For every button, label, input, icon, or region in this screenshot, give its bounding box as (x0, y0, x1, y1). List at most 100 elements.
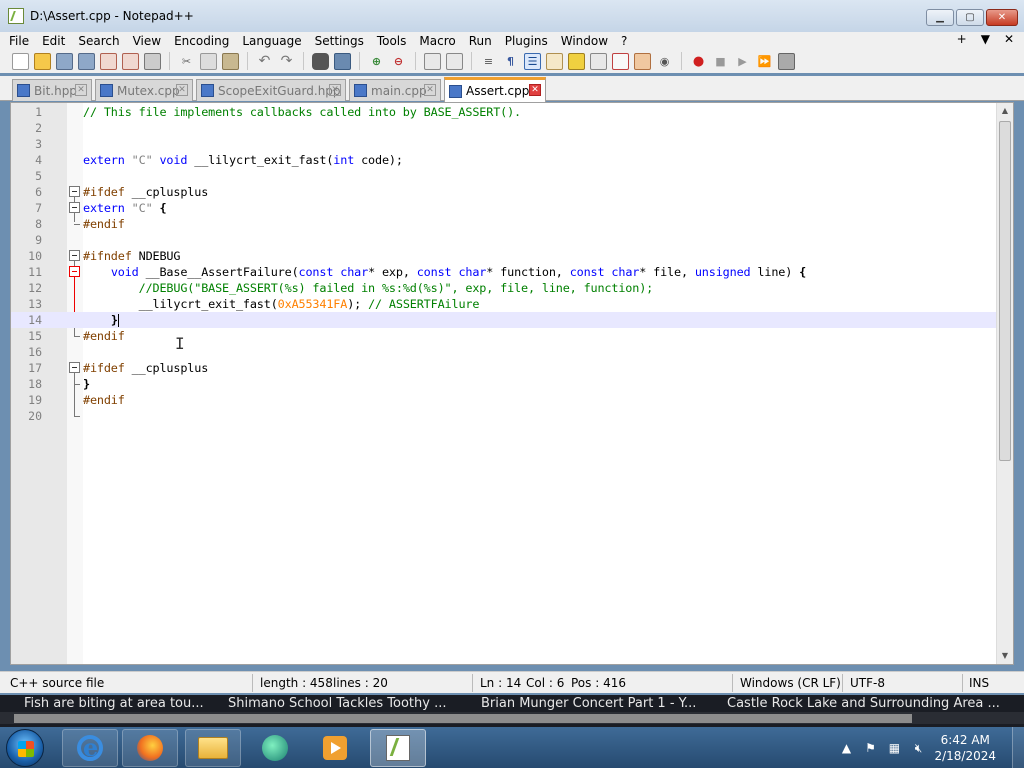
tab-close-icon[interactable]: ✕ (75, 84, 87, 96)
tab-close-icon[interactable]: ✕ (424, 84, 436, 96)
new-file-icon[interactable] (12, 52, 29, 70)
tab-mutex-cpp[interactable]: Mutex.cpp ✕ (95, 79, 193, 101)
save-macro-icon[interactable] (778, 52, 795, 70)
menu-help[interactable]: ? (621, 34, 627, 48)
show-desktop-button[interactable] (1012, 727, 1024, 768)
menu-settings[interactable]: Settings (315, 34, 364, 48)
udl-icon[interactable] (546, 52, 563, 70)
menu-run[interactable]: Run (469, 34, 492, 48)
clock-date: 2/18/2024 (934, 748, 996, 763)
tab-main-cpp[interactable]: main.cpp ✕ (349, 79, 441, 101)
menu-tools[interactable]: Tools (377, 34, 407, 48)
show-all-chars-icon[interactable]: ¶ (502, 53, 519, 70)
open-file-icon[interactable] (34, 52, 51, 70)
doc-list-icon[interactable] (590, 52, 607, 70)
code-area[interactable]: 1 // This file implements callbacks call… (11, 103, 997, 664)
media-center-icon (262, 735, 288, 761)
zoom-in-icon[interactable]: ⊕ (368, 53, 385, 70)
ticker-item[interactable]: Shimano School Tackles Toothy ... (228, 696, 447, 711)
code-editor[interactable]: 1 // This file implements callbacks call… (10, 102, 1014, 665)
run-macro-multiple-icon[interactable]: ⏩ (756, 53, 773, 70)
start-button[interactable] (6, 729, 44, 767)
ticker-scrollbar[interactable] (0, 712, 1024, 724)
menu-encoding[interactable]: Encoding (174, 34, 229, 48)
show-hidden-icons-icon[interactable]: ▲ (838, 740, 854, 756)
undo-icon[interactable]: ↶ (256, 53, 273, 70)
maximize-button[interactable]: ▢ (956, 9, 984, 26)
stop-macro-icon[interactable]: ■ (712, 53, 729, 70)
minimize-button[interactable]: ▁ (926, 9, 954, 26)
tab-close-icon[interactable]: ✕ (329, 84, 341, 96)
zoom-out-icon[interactable]: ⊖ (390, 53, 407, 70)
scroll-down-icon[interactable]: ▼ (997, 648, 1013, 664)
taskbar-media-player[interactable] (307, 729, 363, 767)
clock[interactable]: 6:42 AM 2/18/2024 (934, 732, 996, 764)
tab-list-button[interactable]: ▼ (981, 32, 990, 46)
save-icon[interactable] (56, 52, 73, 70)
scroll-thumb[interactable] (999, 121, 1011, 461)
print-icon[interactable] (144, 52, 161, 70)
menu-language[interactable]: Language (242, 34, 301, 48)
menu-window[interactable]: Window (561, 34, 608, 48)
word-wrap-icon[interactable]: ≡ (480, 53, 497, 70)
ticker-item[interactable]: Castle Rock Lake and Surrounding Area ..… (727, 696, 1000, 711)
menu-macro[interactable]: Macro (419, 34, 455, 48)
redo-icon[interactable]: ↷ (278, 53, 295, 70)
ticker-item[interactable]: Brian Munger Concert Part 1 - Y... (481, 696, 696, 711)
close-file-icon[interactable] (100, 52, 117, 70)
line-number: 7 (35, 201, 42, 215)
replace-icon[interactable] (334, 52, 351, 70)
taskbar-internet-explorer[interactable] (62, 729, 118, 767)
code-line: 8 #endif (11, 216, 997, 232)
cut-icon[interactable]: ✂ (178, 53, 195, 70)
menu-plugins[interactable]: Plugins (505, 34, 548, 48)
indent-guide-icon[interactable]: ☰ (524, 52, 541, 70)
taskbar-media-center[interactable] (247, 729, 303, 767)
close-all-icon[interactable] (122, 52, 139, 70)
close-button[interactable]: ✕ (986, 9, 1018, 26)
menu-search[interactable]: Search (78, 34, 119, 48)
code-text: void __Base__AssertFailure(const char* e… (110, 265, 807, 279)
new-tab-button[interactable]: + (957, 32, 967, 46)
line-number: 8 (35, 217, 42, 231)
tab-bit-hpp[interactable]: Bit.hpp ✕ (12, 79, 92, 101)
sync-horizontal-icon[interactable] (446, 52, 463, 70)
record-macro-icon[interactable]: ● (690, 53, 707, 70)
file-saved-icon (17, 84, 30, 97)
play-macro-icon[interactable]: ▶ (734, 53, 751, 70)
function-list-icon[interactable] (612, 52, 629, 70)
volume-muted-icon[interactable]: 🔇︎ (910, 740, 926, 756)
scroll-up-icon[interactable]: ▲ (997, 103, 1013, 119)
network-icon[interactable]: ▦ (886, 740, 902, 756)
status-encoding[interactable]: UTF-8 (850, 676, 885, 690)
toolbar-separator (247, 52, 248, 70)
tab-scopeexitguard-hpp[interactable]: ScopeExitGuard.hpp ✕ (196, 79, 346, 101)
status-divider (732, 674, 733, 692)
find-icon[interactable] (312, 52, 329, 70)
taskbar-explorer[interactable] (185, 729, 241, 767)
sync-vertical-icon[interactable] (424, 52, 441, 70)
tab-assert-cpp[interactable]: Assert.cpp ✕ (444, 77, 546, 102)
code-text: } (110, 313, 119, 327)
menu-file[interactable]: File (9, 34, 29, 48)
tab-close-icon[interactable]: ✕ (529, 84, 541, 96)
save-all-icon[interactable] (78, 52, 95, 70)
file-saved-icon (100, 84, 113, 97)
action-center-flag-icon[interactable]: ⚑ (862, 740, 878, 756)
taskbar-notepadpp[interactable] (370, 729, 426, 767)
monitoring-icon[interactable]: ◉ (656, 53, 673, 70)
status-insert-mode[interactable]: INS (969, 676, 989, 690)
status-eol[interactable]: Windows (CR LF) (740, 676, 841, 690)
ticker-scroll-thumb[interactable] (14, 714, 912, 723)
menu-edit[interactable]: Edit (42, 34, 65, 48)
copy-icon[interactable] (200, 52, 217, 70)
taskbar-firefox[interactable] (122, 729, 178, 767)
ticker-item[interactable]: Fish are biting at area tou... (24, 696, 204, 711)
paste-icon[interactable] (222, 52, 239, 70)
menu-view[interactable]: View (133, 34, 161, 48)
tab-close-icon[interactable]: ✕ (176, 84, 188, 96)
folder-workspace-icon[interactable] (634, 52, 651, 70)
vertical-scrollbar[interactable]: ▲ ▼ (996, 103, 1013, 664)
doc-map-icon[interactable] (568, 52, 585, 70)
close-doc-button[interactable]: ✕ (1004, 32, 1014, 46)
